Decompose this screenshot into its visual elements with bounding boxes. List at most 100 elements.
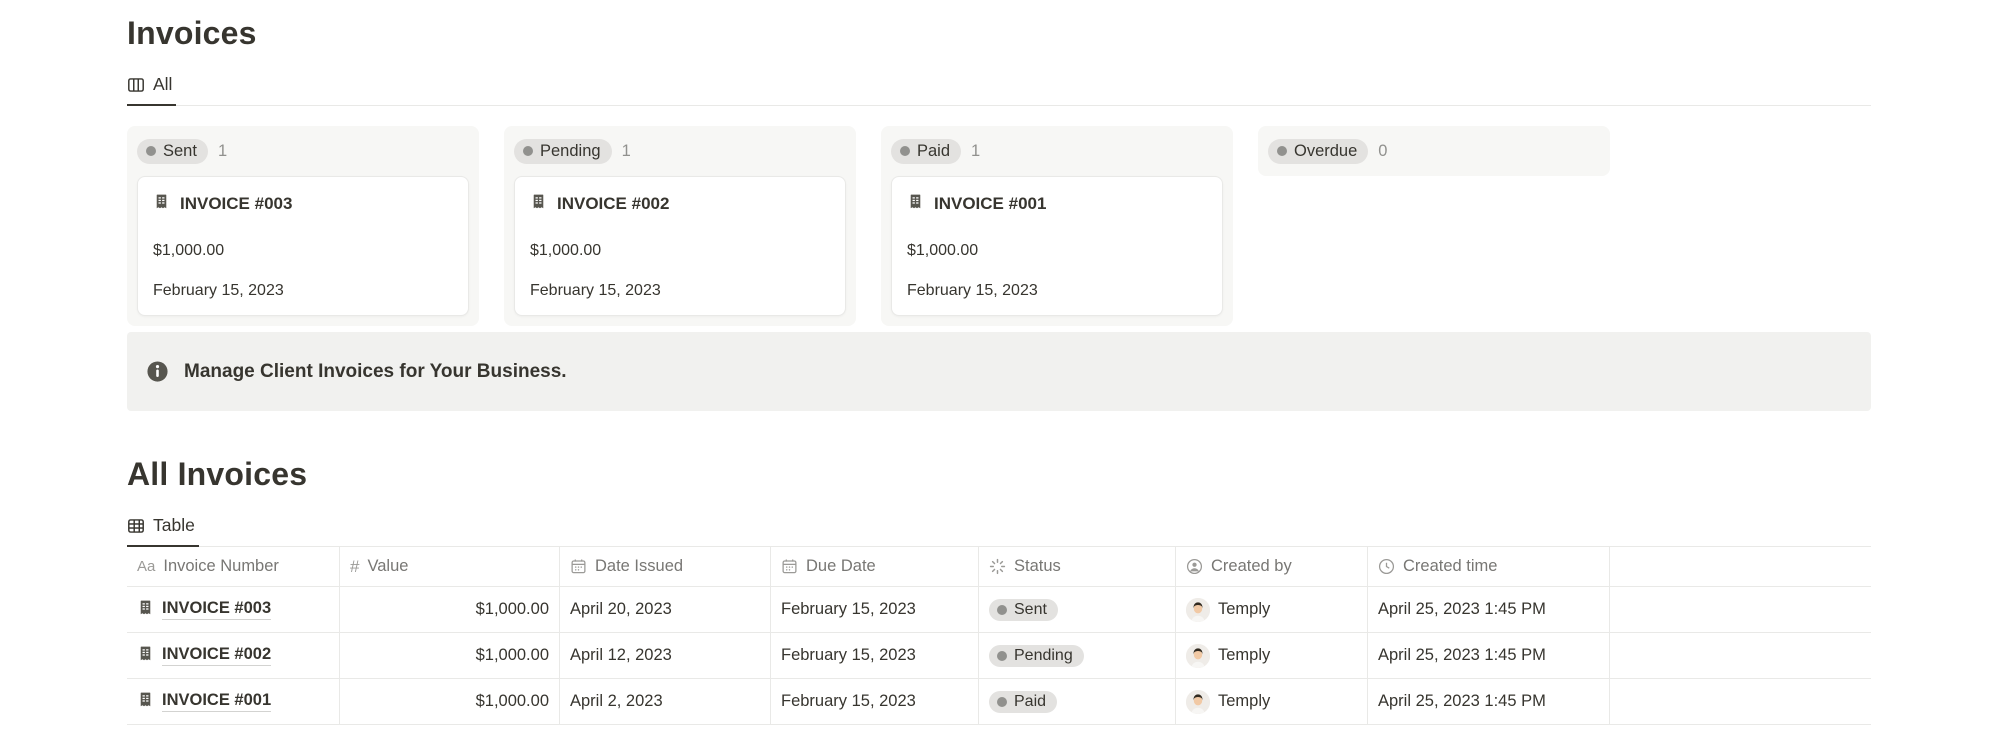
status-icon [989,558,1006,575]
board-column-overdue: Overdue 0 [1258,126,1610,176]
status-pill-sent: Sent [989,599,1058,621]
callout: Manage Client Invoices for Your Business… [127,332,1871,411]
receipt-icon [137,691,154,713]
card-date: February 15, 2023 [530,282,830,300]
column-header-date-issued[interactable]: Date Issued [560,547,771,586]
status-pill-paid[interactable]: Paid [891,139,961,164]
empty-cell [1610,633,1871,678]
status-cell[interactable]: Sent [979,587,1176,632]
card-date: February 15, 2023 [153,282,453,300]
created-by-cell[interactable]: Temply [1176,587,1368,632]
tab-table-label: Table [153,515,195,536]
invoice-number-cell[interactable]: INVOICE #001 [127,679,340,724]
receipt-icon [137,645,154,667]
card-value: $1,000.00 [907,242,1207,260]
created-time-cell[interactable]: April 25, 2023 1:45 PM [1368,633,1610,678]
invoice-link[interactable]: INVOICE #003 [162,599,271,620]
status-dot-icon [997,651,1007,661]
status-dot-icon [997,605,1007,615]
column-count: 1 [622,142,631,161]
receipt-icon [153,193,170,215]
column-header-status[interactable]: Status [979,547,1176,586]
table-header-row: Aa Invoice Number # Value [127,547,1871,587]
column-header-invoice-number[interactable]: Aa Invoice Number [127,547,340,586]
status-pill-pending: Pending [989,645,1084,667]
invoice-link[interactable]: INVOICE #001 [162,691,271,712]
invoice-link[interactable]: INVOICE #002 [162,645,271,666]
tab-all-label: All [153,74,172,95]
card-value: $1,000.00 [153,242,453,260]
status-pill-label: Pending [540,142,601,161]
number-icon: # [350,557,359,577]
tab-table[interactable]: Table [127,509,199,547]
board-tabbar: All [127,68,1871,106]
board-column-sent: Sent 1 INVOICE [127,126,479,326]
table-row: INVOICE #001 $1,000.00 April 2, 2023 Feb… [127,679,1871,725]
table-view-icon [127,517,145,535]
status-pill-label: Paid [917,142,950,161]
avatar [1186,598,1210,622]
column-header-due-date[interactable]: Due Date [771,547,979,586]
created-by-cell[interactable]: Temply [1176,679,1368,724]
calendar-icon [570,558,587,575]
board-card-invoice-002[interactable]: INVOICE #002 $1,000.00 February 15, 2023 [514,176,846,316]
table-row: INVOICE #003 $1,000.00 April 20, 2023 Fe… [127,587,1871,633]
table-row: INVOICE #002 $1,000.00 April 12, 2023 Fe… [127,633,1871,679]
status-dot-icon [997,697,1007,707]
status-pill-sent[interactable]: Sent [137,139,208,164]
date-issued-cell[interactable]: April 2, 2023 [560,679,771,724]
column-header-created-by[interactable]: Created by [1176,547,1368,586]
status-dot-icon [146,146,156,156]
column-header-value[interactable]: # Value [340,547,560,586]
column-header-created-time[interactable]: Created time [1368,547,1610,586]
receipt-icon [530,193,547,215]
table-tabbar: Table [127,509,1871,547]
status-pill-label: Overdue [1294,142,1357,161]
status-cell[interactable]: Paid [979,679,1176,724]
card-date: February 15, 2023 [907,282,1207,300]
status-cell[interactable]: Pending [979,633,1176,678]
created-time-cell[interactable]: April 25, 2023 1:45 PM [1368,679,1610,724]
column-count: 1 [971,142,980,161]
empty-cell [1610,679,1871,724]
invoice-number-cell[interactable]: INVOICE #003 [127,587,340,632]
board-card-invoice-003[interactable]: INVOICE #003 $1,000.00 February 15, 2023 [137,176,469,316]
person-icon [1186,558,1203,575]
add-column-area[interactable] [1610,547,1871,586]
clock-icon [1378,558,1395,575]
board-column-paid: Paid 1 INVOICE [881,126,1233,326]
avatar [1186,644,1210,668]
calendar-icon [781,558,798,575]
due-date-cell[interactable]: February 15, 2023 [771,633,979,678]
text-icon: Aa [137,558,155,575]
date-issued-cell[interactable]: April 12, 2023 [560,633,771,678]
info-icon [146,360,169,383]
avatar [1186,690,1210,714]
status-pill-paid: Paid [989,691,1057,713]
status-pill-label: Sent [163,142,197,161]
empty-cell [1610,587,1871,632]
callout-text: Manage Client Invoices for Your Business… [184,361,567,383]
card-title: INVOICE #002 [557,194,669,214]
invoices-page: Invoices All Sent [0,0,1999,755]
created-by-cell[interactable]: Temply [1176,633,1368,678]
status-dot-icon [523,146,533,156]
page-title: Invoices [127,0,1871,53]
receipt-icon [137,599,154,621]
status-dot-icon [900,146,910,156]
status-pill-overdue[interactable]: Overdue [1268,139,1368,164]
value-cell[interactable]: $1,000.00 [340,679,560,724]
due-date-cell[interactable]: February 15, 2023 [771,587,979,632]
value-cell[interactable]: $1,000.00 [340,633,560,678]
tab-all[interactable]: All [127,68,176,106]
value-cell[interactable]: $1,000.00 [340,587,560,632]
date-issued-cell[interactable]: April 20, 2023 [560,587,771,632]
board-card-invoice-001[interactable]: INVOICE #001 $1,000.00 February 15, 2023 [891,176,1223,316]
created-time-cell[interactable]: April 25, 2023 1:45 PM [1368,587,1610,632]
invoice-number-cell[interactable]: INVOICE #002 [127,633,340,678]
status-pill-pending[interactable]: Pending [514,139,612,164]
invoices-board: Sent 1 INVOICE [127,126,1871,326]
due-date-cell[interactable]: February 15, 2023 [771,679,979,724]
column-count: 1 [218,142,227,161]
card-title: INVOICE #003 [180,194,292,214]
